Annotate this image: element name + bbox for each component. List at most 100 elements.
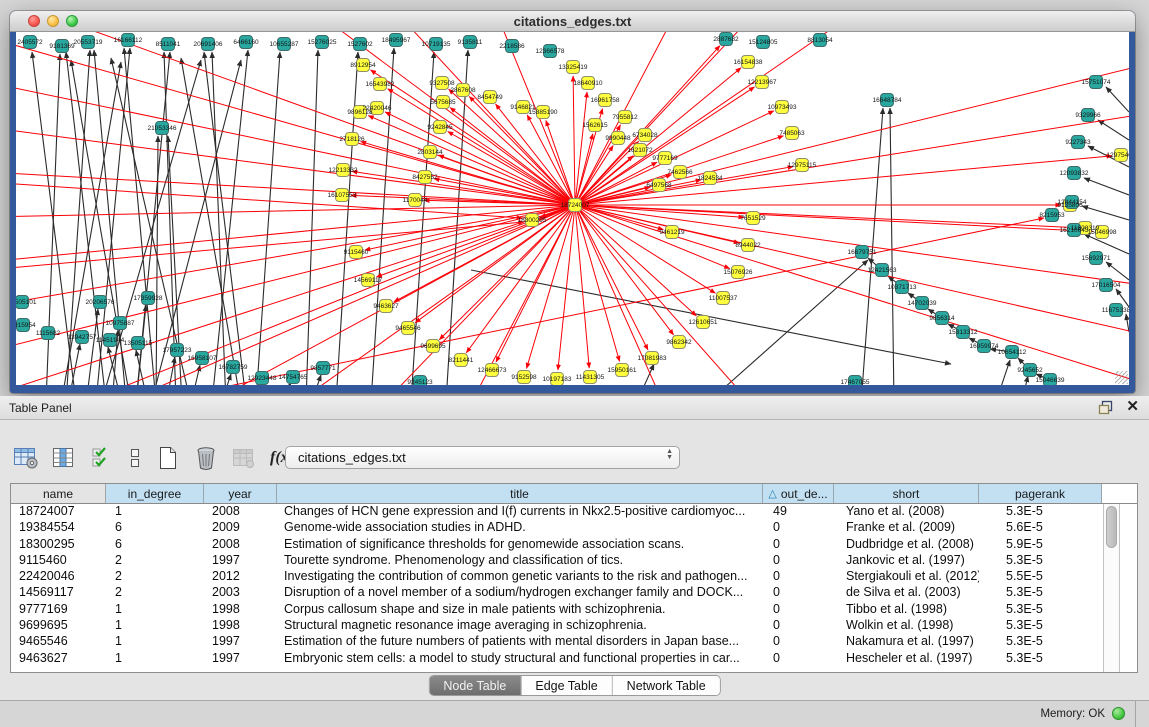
column-header-short[interactable]: short bbox=[834, 484, 979, 503]
graph-node-label: 15885190 bbox=[529, 109, 558, 116]
graph-node-label: 2218586 bbox=[499, 43, 525, 50]
graph-node-label: 9152598 bbox=[511, 374, 537, 381]
dropdown-stepper-icon: ▲▼ bbox=[666, 449, 673, 461]
table-row[interactable]: 911546021997Tourette syndrome. Phenomeno… bbox=[11, 553, 1119, 569]
graph-node-label: 10973493 bbox=[768, 104, 797, 111]
table-row[interactable]: 946554611997Estimation of the future num… bbox=[11, 634, 1119, 650]
status-divider bbox=[1135, 701, 1136, 727]
graph-node-label: 8211441 bbox=[449, 357, 474, 364]
column-header-year[interactable]: year bbox=[204, 484, 277, 503]
select-visible-columns-icon[interactable] bbox=[88, 444, 116, 472]
graph-node-label: 16959974 bbox=[970, 343, 999, 350]
graph-node-label: 9862342 bbox=[666, 339, 692, 346]
graph-node-label: 15950161 bbox=[608, 367, 637, 374]
graph-node-label: 2867608 bbox=[450, 87, 476, 94]
graph-node-label: 9135811 bbox=[458, 39, 483, 46]
column-header-pagerank[interactable]: pagerank bbox=[979, 484, 1102, 503]
float-window-icon[interactable] bbox=[1098, 400, 1114, 415]
table-panel-titlebar: Table Panel ✕ bbox=[0, 396, 1149, 420]
graph-node-label: 11451944 bbox=[96, 337, 125, 344]
citation-graph[interactable]: 1872400789129541654398222420046989612893… bbox=[16, 32, 1129, 385]
graph-node-label: 1562615 bbox=[582, 122, 608, 129]
table-panel-title: Table Panel bbox=[9, 401, 72, 415]
graph-node-label: 9777169 bbox=[652, 155, 678, 162]
tab-network-table[interactable]: Network Table bbox=[613, 676, 720, 695]
graph-node-label: 1170044 bbox=[403, 197, 428, 204]
graph-node-label: 10719135 bbox=[422, 41, 451, 48]
graph-node-label: 18640910 bbox=[574, 80, 603, 87]
show-columns-icon[interactable] bbox=[50, 444, 78, 472]
graph-node-label: 12366578 bbox=[536, 48, 565, 55]
delete-table-icon[interactable] bbox=[192, 444, 220, 472]
table-toolbar: f(x) bbox=[12, 442, 296, 474]
graph-node-label: 16107553 bbox=[328, 192, 357, 199]
table-tabs: Node TableEdge TableNetwork Table bbox=[428, 675, 720, 696]
graph-node-label: 21053346 bbox=[148, 125, 177, 132]
row-height-icon[interactable] bbox=[126, 444, 144, 472]
graph-node-label: 9896128 bbox=[347, 109, 373, 116]
graph-node-label: 14569117 bbox=[354, 277, 383, 284]
table-row[interactable]: 1456911722003Disruption of a novel membe… bbox=[11, 585, 1119, 601]
graph-node-label: 9465546 bbox=[395, 325, 421, 332]
create-table-icon[interactable] bbox=[154, 444, 182, 472]
graph-node-label: 10371713 bbox=[888, 284, 917, 291]
vertical-scrollbar[interactable] bbox=[1103, 504, 1120, 672]
graph-node-label: 12975404 bbox=[1107, 152, 1129, 159]
graph-node-label: 16543982 bbox=[366, 81, 395, 88]
graph-node-label: 15076926 bbox=[724, 269, 753, 276]
column-header-title[interactable]: title bbox=[277, 484, 763, 503]
graph-node-label: 20691406 bbox=[194, 41, 223, 48]
network-canvas[interactable]: 1872400789129541654398222420046989612893… bbox=[16, 32, 1129, 385]
graph-node-label: 7485063 bbox=[779, 130, 805, 137]
graph-node-label: 9242845 bbox=[427, 124, 453, 131]
tab-edge-table[interactable]: Edge Table bbox=[521, 676, 612, 695]
window-titlebar[interactable]: citations_edges.txt bbox=[10, 11, 1135, 32]
graph-node-label: 17016504 bbox=[1092, 282, 1121, 289]
graph-node-label: 12975115 bbox=[788, 162, 817, 169]
graph-node-label: 9461219 bbox=[659, 229, 685, 236]
graph-node-label: 15046639 bbox=[1036, 377, 1065, 384]
table-row[interactable]: 977716911998Corpus callosum shape and si… bbox=[11, 602, 1119, 618]
graph-node-label: 16210643 bbox=[1060, 227, 1089, 234]
close-panel-icon[interactable]: ✕ bbox=[1126, 399, 1139, 415]
graph-node-label: 14754765 bbox=[279, 374, 308, 381]
memory-ok-icon[interactable] bbox=[1112, 707, 1125, 720]
graph-node-label: 8944022 bbox=[735, 242, 761, 249]
graph-node-label: 17467055 bbox=[841, 379, 870, 385]
resize-grip-icon[interactable] bbox=[1115, 371, 1128, 384]
graph-node-label: 18495967 bbox=[382, 37, 411, 44]
graph-node-label: 9329966 bbox=[1075, 112, 1101, 119]
graph-node-label: 8215953 bbox=[1039, 212, 1065, 219]
table-header-row[interactable]: namein_degreeyeartitle△out_de...shortpag… bbox=[11, 484, 1137, 504]
table-row[interactable]: 1830029562008Estimation of significance … bbox=[11, 537, 1119, 553]
tab-node-table[interactable]: Node Table bbox=[429, 676, 521, 695]
graph-node-label: 1621072 bbox=[627, 147, 653, 154]
network-view-window: citations_edges.txt 18724007891295416543… bbox=[10, 11, 1135, 393]
table-row[interactable]: 1938455462009Genome-wide association stu… bbox=[11, 520, 1119, 536]
graph-node-label: 15692971 bbox=[1082, 255, 1111, 262]
table-body: 1872400712008Changes of HCN gene express… bbox=[11, 504, 1119, 672]
table-row[interactable]: 2242004622012Investigating the contribut… bbox=[11, 569, 1119, 585]
graph-node-label: 17957223 bbox=[163, 347, 192, 354]
column-header-in-degree[interactable]: in_degree bbox=[106, 484, 204, 503]
scrollbar-thumb[interactable] bbox=[1106, 506, 1117, 548]
table-row[interactable]: 946362711997Embryonic stem cells: a mode… bbox=[11, 651, 1119, 667]
graph-node-label: 15124805 bbox=[749, 39, 778, 46]
column-header-out-de-[interactable]: △out_de... bbox=[763, 484, 834, 503]
graph-node-label: 2803144 bbox=[417, 149, 443, 156]
graph-node-label: 14702039 bbox=[908, 300, 937, 307]
graph-node-label: 12466673 bbox=[478, 367, 507, 374]
graph-node-label: 8427552 bbox=[412, 174, 438, 181]
graph-node-label: 10654112 bbox=[998, 349, 1027, 356]
graph-node-label: 6466160 bbox=[233, 39, 259, 46]
table-row[interactable]: 1872400712008Changes of HCN gene express… bbox=[11, 504, 1119, 520]
column-header-name[interactable]: name bbox=[11, 484, 106, 503]
graph-node-label: 12923448 bbox=[248, 375, 277, 382]
table-selector-dropdown[interactable]: citations_edges.txt ▲▼ bbox=[285, 446, 680, 469]
graph-node-label: 9990448 bbox=[605, 135, 631, 142]
graph-node-label: 7462566 bbox=[667, 169, 693, 176]
graph-node-label: 20206576 bbox=[86, 299, 115, 306]
table-row[interactable]: 969969511998Structural magnetic resonanc… bbox=[11, 618, 1119, 634]
table-settings-icon[interactable] bbox=[12, 444, 40, 472]
graph-node-label: 10197183 bbox=[543, 376, 572, 383]
